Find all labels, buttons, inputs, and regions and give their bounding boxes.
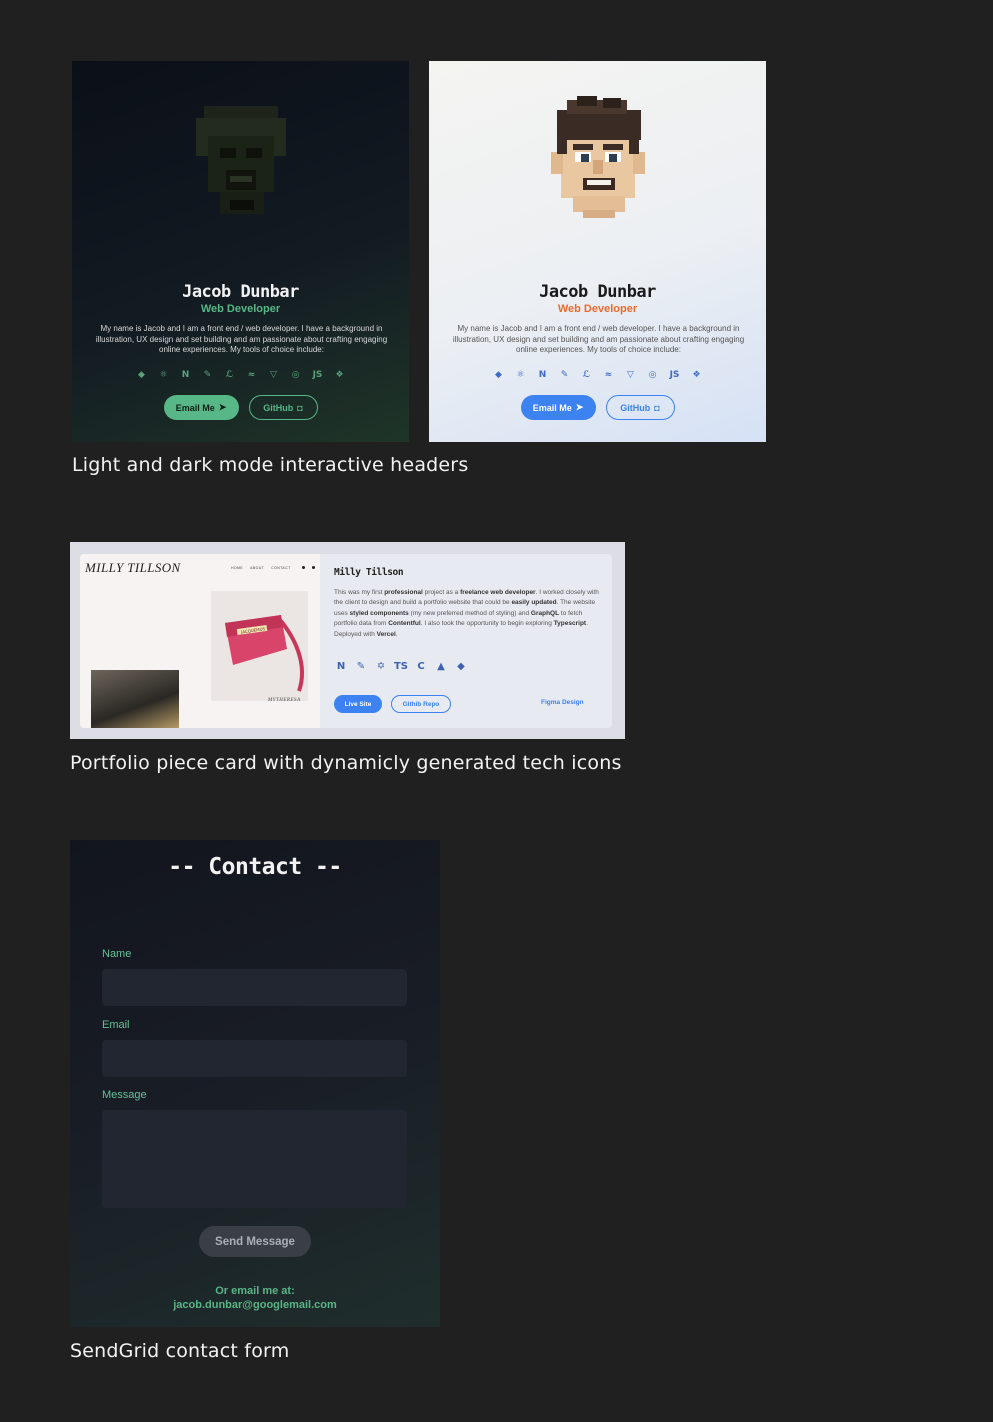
screenshot-site-title: MILLY TILLSON bbox=[85, 560, 181, 575]
email-input[interactable] bbox=[102, 1040, 407, 1077]
email-me-label: Email Me bbox=[175, 402, 215, 413]
figma-icon: ❖ bbox=[335, 369, 344, 380]
github-label: GitHub bbox=[263, 402, 294, 413]
illustrator-icon: ✎ bbox=[560, 369, 569, 380]
contact-form-card: -- Contact -- Name Email Message Send Me… bbox=[70, 840, 440, 1327]
email-label: Email bbox=[102, 1019, 130, 1031]
figma-design-link[interactable]: Figma Design bbox=[541, 699, 584, 706]
tailwind-icon: ≈ bbox=[247, 369, 256, 380]
screenshot-nav: HOME ABOUT CONTACT bbox=[231, 566, 291, 570]
blender-icon: ◎ bbox=[291, 369, 300, 380]
pixel-avatar-dark-icon bbox=[195, 106, 286, 214]
project-buttons: Live Site Githib Repo bbox=[334, 695, 451, 713]
developer-bio: My name is Jacob and I am a front end / … bbox=[452, 324, 745, 354]
paper-plane-icon: ➤ bbox=[218, 402, 227, 412]
bag-photo: JACQUEMUS bbox=[211, 591, 308, 701]
tech-icons-row: ◆ ⚛ N ✎ ℒ ≈ ▽ ◎ JS ❖ bbox=[429, 366, 766, 383]
tech-icons-row: ◆ ⚛ N ✎ ℒ ≈ ▽ ◎ JS ❖ bbox=[72, 366, 409, 383]
project-description: This was my first professional project a… bbox=[334, 589, 599, 638]
or-email-label: Or email me at: bbox=[215, 1285, 295, 1297]
project-screenshot[interactable]: MILLY TILLSON HOME ABOUT CONTACT JACQUEM… bbox=[80, 554, 320, 728]
portfolio-card: MILLY TILLSON HOME ABOUT CONTACT JACQUEM… bbox=[80, 554, 612, 728]
sass-icon: ℒ bbox=[582, 369, 591, 380]
contact-caption: SendGrid contact form bbox=[70, 1340, 290, 1362]
illustrator-icon: ✎ bbox=[203, 369, 212, 380]
screenshot-nav-item: ABOUT bbox=[250, 566, 265, 570]
javascript-icon: JS bbox=[312, 369, 323, 380]
nextjs-icon: N bbox=[336, 660, 346, 672]
live-site-button[interactable]: Live Site bbox=[334, 695, 382, 713]
tailwind-icon: ≈ bbox=[604, 369, 613, 380]
vite-icon: ▽ bbox=[627, 369, 634, 380]
name-label: Name bbox=[102, 948, 132, 960]
header-buttons: Email Me ➤ GitHub ◘ bbox=[72, 395, 409, 420]
name-input[interactable] bbox=[102, 969, 407, 1006]
graphql-icon: ✡ bbox=[376, 660, 386, 672]
header-caption: Light and dark mode interactive headers bbox=[72, 454, 469, 476]
developer-name: Jacob Dunbar bbox=[539, 282, 656, 302]
pixel-avatar-light-icon bbox=[550, 96, 645, 218]
email-fallback: Or email me at: jacob.dunbar@googlemail.… bbox=[70, 1285, 440, 1312]
developer-role: Web Developer bbox=[200, 303, 281, 315]
javascript-icon: JS bbox=[669, 369, 680, 380]
nextjs-icon: N bbox=[538, 369, 547, 380]
header-buttons: Email Me ➤ GitHub ◘ bbox=[429, 395, 766, 420]
paper-plane-icon: ➤ bbox=[575, 402, 584, 412]
github-button[interactable]: GitHub ◘ bbox=[605, 395, 675, 420]
handbag-icon: JACQUEMUS bbox=[225, 615, 304, 692]
screenshot-nav-item: HOME bbox=[231, 566, 244, 570]
project-tech-icons: N ✎ ✡ TS C ▲ ◆ bbox=[334, 658, 468, 674]
email-me-button[interactable]: Email Me ➤ bbox=[520, 395, 596, 420]
git-icon: ◆ bbox=[457, 660, 465, 672]
contentful-icon: C bbox=[417, 660, 425, 672]
git-icon: ◆ bbox=[138, 369, 145, 380]
message-label: Message bbox=[102, 1089, 147, 1101]
git-icon: ◆ bbox=[495, 369, 502, 380]
typescript-icon: TS bbox=[393, 660, 409, 672]
developer-role: Web Developer bbox=[557, 303, 638, 315]
project-title: Milly Tillson bbox=[334, 567, 404, 578]
portfolio-card-showcase: MILLY TILLSON HOME ABOUT CONTACT JACQUEM… bbox=[70, 542, 625, 739]
screenshot-nav-item: CONTACT bbox=[271, 566, 291, 570]
github-repo-button[interactable]: Githib Repo bbox=[391, 695, 451, 713]
developer-bio: My name is Jacob and I am a front end / … bbox=[95, 324, 388, 354]
vite-icon: ▽ bbox=[270, 369, 277, 380]
message-textarea[interactable] bbox=[102, 1110, 407, 1208]
react-icon: ⚛ bbox=[159, 369, 168, 380]
email-address-link[interactable]: jacob.dunbar@googlemail.com bbox=[70, 1299, 440, 1313]
shoe-photo bbox=[91, 670, 179, 728]
github-icon: ◘ bbox=[654, 402, 660, 413]
blender-icon: ◎ bbox=[648, 369, 657, 380]
sass-icon: ℒ bbox=[225, 369, 234, 380]
screenshot-dot bbox=[312, 566, 315, 569]
developer-name: Jacob Dunbar bbox=[182, 282, 299, 302]
light-header-card: Jacob Dunbar Web Developer My name is Ja… bbox=[429, 61, 766, 442]
figma-icon: ❖ bbox=[692, 369, 701, 380]
illustrator-icon: ✎ bbox=[356, 660, 366, 672]
vercel-icon: ▲ bbox=[437, 660, 445, 672]
react-icon: ⚛ bbox=[516, 369, 525, 380]
email-me-label: Email Me bbox=[532, 402, 572, 413]
contact-title: -- Contact -- bbox=[168, 854, 342, 880]
portfolio-caption: Portfolio piece card with dynamicly gene… bbox=[70, 752, 622, 774]
email-me-button[interactable]: Email Me ➤ bbox=[163, 395, 239, 420]
github-icon: ◘ bbox=[297, 402, 303, 413]
github-button[interactable]: GitHub ◘ bbox=[248, 395, 318, 420]
screenshot-dot bbox=[302, 566, 305, 569]
nextjs-icon: N bbox=[181, 369, 190, 380]
send-message-button[interactable]: Send Message bbox=[199, 1226, 311, 1257]
github-label: GitHub bbox=[620, 402, 651, 413]
project-info: Milly Tillson This was my first professi… bbox=[334, 554, 612, 728]
dark-header-card: Jacob Dunbar Web Developer My name is Ja… bbox=[72, 61, 409, 442]
screenshot-caption: MYTHERESA bbox=[268, 698, 301, 703]
